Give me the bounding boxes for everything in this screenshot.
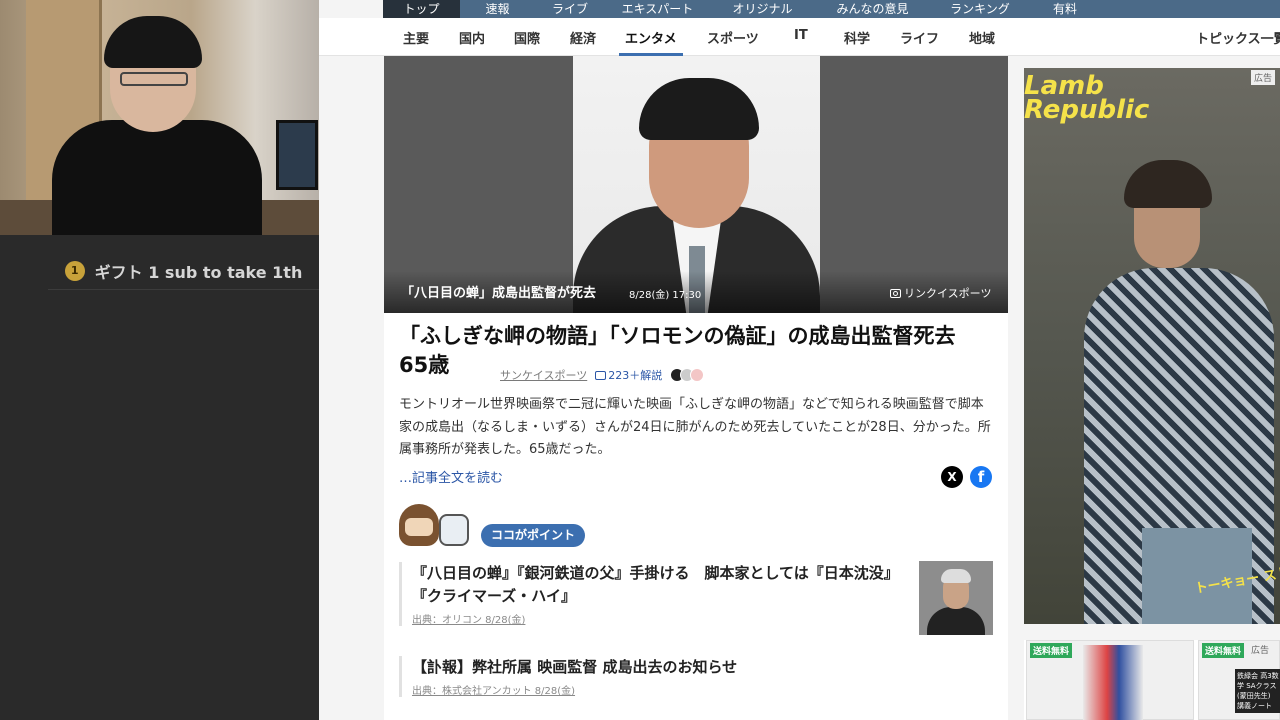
ad-model-hair [1124,160,1212,208]
top-tab-expert[interactable]: エキスパート [605,0,710,18]
camera-icon [890,288,901,298]
gift-badge-icon: 1 [64,260,85,281]
top-tab-ranking[interactable]: ランキング [930,0,1030,18]
point-item-title[interactable]: 『八日目の蝉』『銀河鉄道の父』手掛ける 脚本家としては『日本沈没』『クライマーズ… [412,562,909,608]
top-tab-original[interactable]: オリジナル [710,0,815,18]
top-navigation: トップ 速報 ライブ エキスパート オリジナル みんなの意見 ランキング 有料 [383,0,1280,18]
category-navigation: 主要 国内 国際 経済 エンタメ スポーツ IT 科学 ライフ 地域 トピックス… [319,18,1280,56]
point-mascot-illustration [399,502,471,548]
comment-icon [595,370,607,380]
comment-count-text: 223＋解説 [608,369,663,382]
ad-brand-logo: Lamb Republic [1024,71,1150,125]
category-life[interactable]: ライフ [900,28,939,56]
read-full-article-link[interactable]: …記事全文を読む [399,467,503,486]
article-meta: サンケイスポーツ 223＋解説 [500,367,705,383]
photo-hair [639,78,759,140]
ad-label: 広告 [1251,646,1270,656]
webcam-monitor [276,120,318,190]
news-page: トップ 速報 ライブ エキスパート オリジナル みんなの意見 ランキング 有料 … [319,0,1280,720]
topics-list-link[interactable]: トピックス一覧 [1196,28,1280,47]
commenter-avatars [670,368,705,382]
top-tab-top[interactable]: トップ [383,0,460,18]
point-item[interactable]: 【訃報】弊社所属 映画監督 成島出去のお知らせ 出典：株式会社アンカット 8/2… [399,656,989,697]
category-sports[interactable]: スポーツ [707,28,759,56]
gift-sub-bar: 1 ギフト 1 sub to take 1th [48,252,319,290]
point-item-thumbnail[interactable] [919,561,993,635]
category-local[interactable]: 地域 [969,28,995,56]
point-item-source[interactable]: 出典：株式会社アンカット 8/28(金) [412,682,989,697]
top-tab-live[interactable]: ライブ [535,0,605,18]
fashion-ad-banner[interactable]: Lamb Republic 広告 トーキョー ストリートスタ [1024,68,1280,624]
stream-overlay-panel: 1 ギフト 1 sub to take 1th [0,0,319,720]
photo-credit-text: リンクイスポーツ [904,287,992,300]
free-shipping-badge: 送料無料 [1202,643,1245,658]
streamer-body [52,120,262,235]
category-science[interactable]: 科学 [844,28,870,56]
webcam-feed [0,0,319,235]
article-summary: モントリオール世界映画祭で二冠に輝いた映画「ふしぎな岬の物語」などで知られる映画… [399,397,991,457]
category-world[interactable]: 国際 [514,28,540,56]
thumbnail-hair [941,569,971,583]
top-tab-breaking[interactable]: 速報 [460,0,535,18]
category-domestic[interactable]: 国内 [459,28,485,56]
mascot-character-face [405,518,433,536]
avatar [690,368,705,382]
product-ad-card[interactable]: 送料無料 広告 鉄緑会 高3数学 SAクラス(蒙田先生) 講義ノート [1198,640,1280,720]
comment-count-link[interactable]: 223＋解説 [595,367,662,383]
point-item-source[interactable]: 出典：オリコン 8/28(金) [412,611,909,626]
hero-timestamp: 8/28(金) 17:30 [629,290,702,301]
product-costume-image [1083,645,1143,720]
top-tab-opinions[interactable]: みんなの意見 [815,0,930,18]
hero-photo-credit: リンクイスポーツ [890,285,991,301]
category-entertainment[interactable]: エンタメ [619,28,683,56]
hero-caption: 「八日目の蝉」成島出監督が死去 [401,286,597,301]
gift-text: ギフト 1 sub to take 1th [94,262,303,282]
category-main[interactable]: 主要 [403,28,429,56]
free-shipping-badge: 送料無料 [1030,643,1073,658]
hero-image[interactable]: 「八日目の蝉」成島出監督が死去 8/28(金) 17:30 リンクイスポーツ [384,56,1008,313]
product-ad-card[interactable]: 送料無料 [1026,640,1194,720]
article-card: 「八日目の蝉」成島出監督が死去 8/28(金) 17:30 リンクイスポーツ 「… [384,56,1008,720]
share-facebook-icon[interactable]: f [970,466,992,488]
point-label-pill: ココがポイント [481,524,586,547]
point-item[interactable]: 『八日目の蝉』『銀河鉄道の父』手掛ける 脚本家としては『日本沈没』『クライマーズ… [399,562,909,626]
ad-label[interactable]: 広告 [1251,70,1276,85]
product-ad-strip: 送料無料 送料無料 広告 鉄緑会 高3数学 SAクラス(蒙田先生) 講義ノート [1024,640,1280,720]
streamer-glasses [120,72,188,86]
share-x-icon[interactable]: X [941,466,963,488]
category-it[interactable]: IT [794,28,808,56]
point-item-title[interactable]: 【訃報】弊社所属 映画監督 成島出去のお知らせ [412,656,989,679]
product-notebook-title: 鉄緑会 高3数学 SAクラス(蒙田先生) 講義ノート [1235,669,1280,713]
thumbnail-suit [927,607,985,635]
top-tab-paid[interactable]: 有料 [1030,0,1100,18]
article-source-link[interactable]: サンケイスポーツ [500,367,587,383]
mascot-robot [439,514,469,546]
category-economy[interactable]: 経済 [570,28,596,56]
